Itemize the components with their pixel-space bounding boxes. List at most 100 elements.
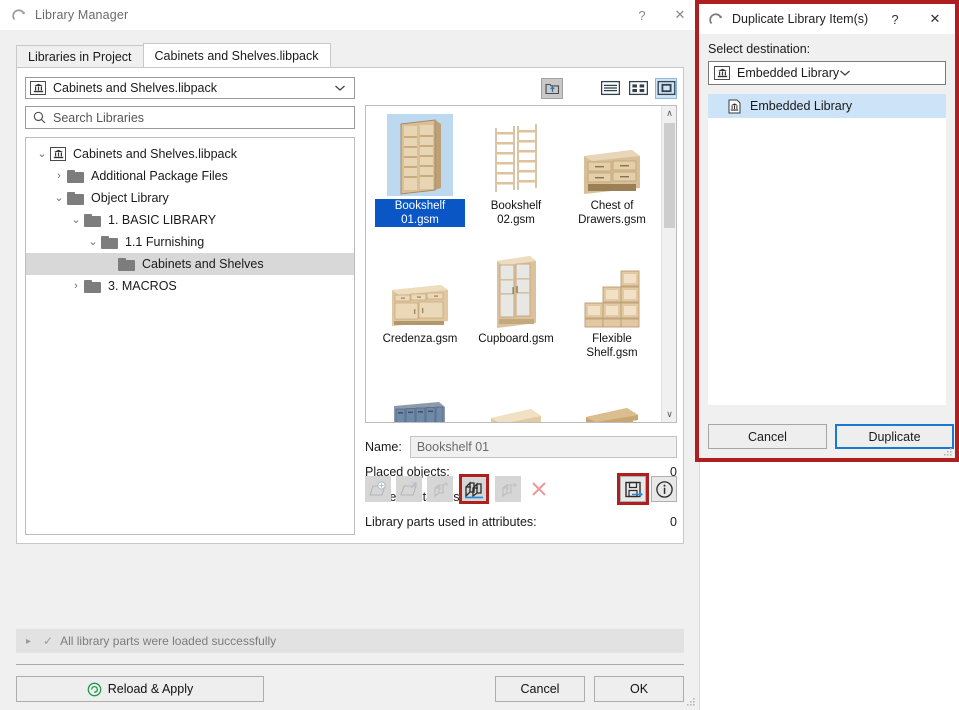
name-label: Name: <box>365 440 402 454</box>
scroll-up-icon[interactable]: ∧ <box>662 106 677 121</box>
library-items-column: Bookshelf 01.gsm <box>365 77 677 534</box>
help-button[interactable]: ? <box>623 0 661 30</box>
reload-and-apply-button[interactable]: Reload & Apply <box>16 676 264 702</box>
tree-item-label: 3. MACROS <box>108 279 177 293</box>
tab-cabinets-and-shelves[interactable]: Cabinets and Shelves.libpack <box>143 43 331 67</box>
dialog-cancel-button[interactable]: Cancel <box>708 424 827 449</box>
status-strip[interactable]: ▸ ✓ All library parts were loaded succes… <box>16 629 684 653</box>
dialog-duplicate-button[interactable]: Duplicate <box>835 424 954 449</box>
grid-item[interactable]: Chest of Drawers.gsm <box>564 112 660 245</box>
dialog-titlebar: Duplicate Library Item(s) ? ✕ <box>699 4 955 34</box>
move-item-button[interactable] <box>495 476 521 502</box>
destination-list[interactable]: Embedded Library <box>708 94 946 405</box>
cancel-button[interactable]: Cancel <box>495 676 585 702</box>
tree-item-label: Additional Package Files <box>91 169 228 183</box>
search-libraries-field[interactable]: Search Libraries <box>25 106 355 129</box>
status-check-icon: ✓ <box>43 634 53 648</box>
grid-item[interactable]: Bookshelf 02.gsm <box>468 112 564 245</box>
footer-separator <box>16 664 684 665</box>
chevron-down-icon <box>334 84 346 92</box>
tree-item-furnishing[interactable]: ⌄ 1.1 Furnishing <box>26 231 354 253</box>
delete-item-button[interactable] <box>526 476 552 502</box>
grid-item[interactable]: Nightstand 01.gsm <box>468 378 564 423</box>
scrollbar-thumb[interactable] <box>664 123 675 228</box>
save-as-button[interactable] <box>620 476 646 502</box>
folder-icon <box>84 214 101 227</box>
dialog-help-button[interactable]: ? <box>875 4 915 34</box>
grid-item-label: Credenza.gsm <box>375 332 465 346</box>
duplicate-library-items-dialog: Duplicate Library Item(s) ? ✕ Select des… <box>695 0 959 462</box>
status-expander-icon[interactable]: ▸ <box>26 636 31 647</box>
library-tree[interactable]: ⌄ Cabinets and Shelves.libpack <box>25 137 355 535</box>
window-title: Library Manager <box>35 8 128 22</box>
grid-item[interactable]: Flexible Shelf.gsm <box>564 245 660 378</box>
tree-twisty-icon[interactable]: ⌄ <box>34 149 50 160</box>
cupboard-thumbnail <box>483 247 549 329</box>
folder-icon <box>67 170 84 183</box>
detail-row-name: Name: Bookshelf 01 <box>365 434 677 459</box>
search-placeholder: Search Libraries <box>53 111 144 125</box>
tree-item-cabinets-and-shelves[interactable]: Cabinets and Shelves <box>26 253 354 275</box>
grid-item[interactable]: Credenza.gsm <box>372 245 468 378</box>
grid-item[interactable]: Bookshelf 01.gsm <box>372 112 468 245</box>
library-package-icon <box>30 81 46 95</box>
tab-libraries-in-project[interactable]: Libraries in Project <box>16 45 144 67</box>
dialog-title: Duplicate Library Item(s) <box>732 12 868 26</box>
duplicate-single-item-button[interactable] <box>427 476 453 502</box>
grid-items-container: Bookshelf 01.gsm <box>366 106 662 422</box>
grid-item[interactable]: Nightstand 02.gsm <box>564 378 660 423</box>
close-icon[interactable]: ✕ <box>661 0 699 30</box>
library-tree-column: Cabinets and Shelves.libpack Search Libr… <box>25 77 355 535</box>
details-view-button[interactable] <box>627 78 649 99</box>
package-icon <box>50 147 66 161</box>
scroll-down-icon[interactable]: ∨ <box>662 407 677 422</box>
lockers-thumbnail <box>387 380 453 423</box>
panel-body: Cabinets and Shelves.libpack Search Libr… <box>16 67 684 544</box>
list-view-button[interactable] <box>599 78 621 99</box>
grid-item-label: Bookshelf 01.gsm <box>375 199 465 227</box>
tree-item-label: 1. BASIC LIBRARY <box>108 213 216 227</box>
folder-icon <box>84 280 101 293</box>
embedded-library-icon <box>728 99 741 114</box>
thumbnail-view-button[interactable] <box>655 78 677 99</box>
view-toolbar <box>365 77 677 99</box>
library-selector-combo[interactable]: Cabinets and Shelves.libpack <box>25 77 355 99</box>
grid-item-label: Chest of Drawers.gsm <box>567 199 657 227</box>
ok-button[interactable]: OK <box>594 676 684 702</box>
export-library-button[interactable] <box>396 476 422 502</box>
tree-twisty-icon[interactable]: › <box>51 171 67 182</box>
destination-combo[interactable]: Embedded Library <box>708 61 946 85</box>
bookshelf-02-thumbnail <box>483 114 549 196</box>
tree-item-macros[interactable]: › 3. MACROS <box>26 275 354 297</box>
tree-item-label: Cabinets and Shelves <box>142 257 264 271</box>
tree-twisty-icon[interactable]: ⌄ <box>51 193 67 204</box>
tree-item-additional-package-files[interactable]: › Additional Package Files <box>26 165 354 187</box>
duplicate-items-button[interactable] <box>461 476 487 502</box>
tree-twisty-icon[interactable]: ⌄ <box>68 215 84 226</box>
tree-twisty-icon[interactable]: › <box>68 281 84 292</box>
add-library-button[interactable] <box>365 476 391 502</box>
grid-item-label: Cupboard.gsm <box>471 332 561 346</box>
grid-vertical-scrollbar[interactable]: ∧ ∨ <box>661 106 676 422</box>
grid-item[interactable]: Cupboard.gsm <box>468 245 564 378</box>
dialog-close-icon[interactable]: ✕ <box>915 4 955 34</box>
info-button[interactable] <box>651 476 677 502</box>
destination-list-item-label: Embedded Library <box>750 99 852 113</box>
tree-twisty-icon[interactable]: ⌄ <box>85 237 101 248</box>
main-titlebar: Library Manager ? ✕ <box>0 0 699 30</box>
tree-item-cabinets-and-shelves-libpack[interactable]: ⌄ Cabinets and Shelves.libpack <box>26 143 354 165</box>
go-up-folder-button[interactable] <box>541 78 563 99</box>
destination-list-item-embedded-library[interactable]: Embedded Library <box>708 94 946 118</box>
flexible-shelf-thumbnail <box>579 247 645 329</box>
dialog-resize-grip[interactable] <box>944 448 953 457</box>
app-logo-icon <box>12 8 27 23</box>
tree-item-basic-library[interactable]: ⌄ 1. BASIC LIBRARY <box>26 209 354 231</box>
tree-item-object-library[interactable]: ⌄ Object Library <box>26 187 354 209</box>
library-items-grid[interactable]: Bookshelf 01.gsm <box>365 105 677 423</box>
grid-item[interactable]: Lockers.gsm <box>372 378 468 423</box>
folder-icon <box>67 192 84 205</box>
nightstand-02-thumbnail <box>579 380 645 423</box>
tree-item-label: Object Library <box>91 191 169 205</box>
name-field[interactable]: Bookshelf 01 <box>410 436 677 458</box>
resize-grip[interactable] <box>686 697 696 707</box>
